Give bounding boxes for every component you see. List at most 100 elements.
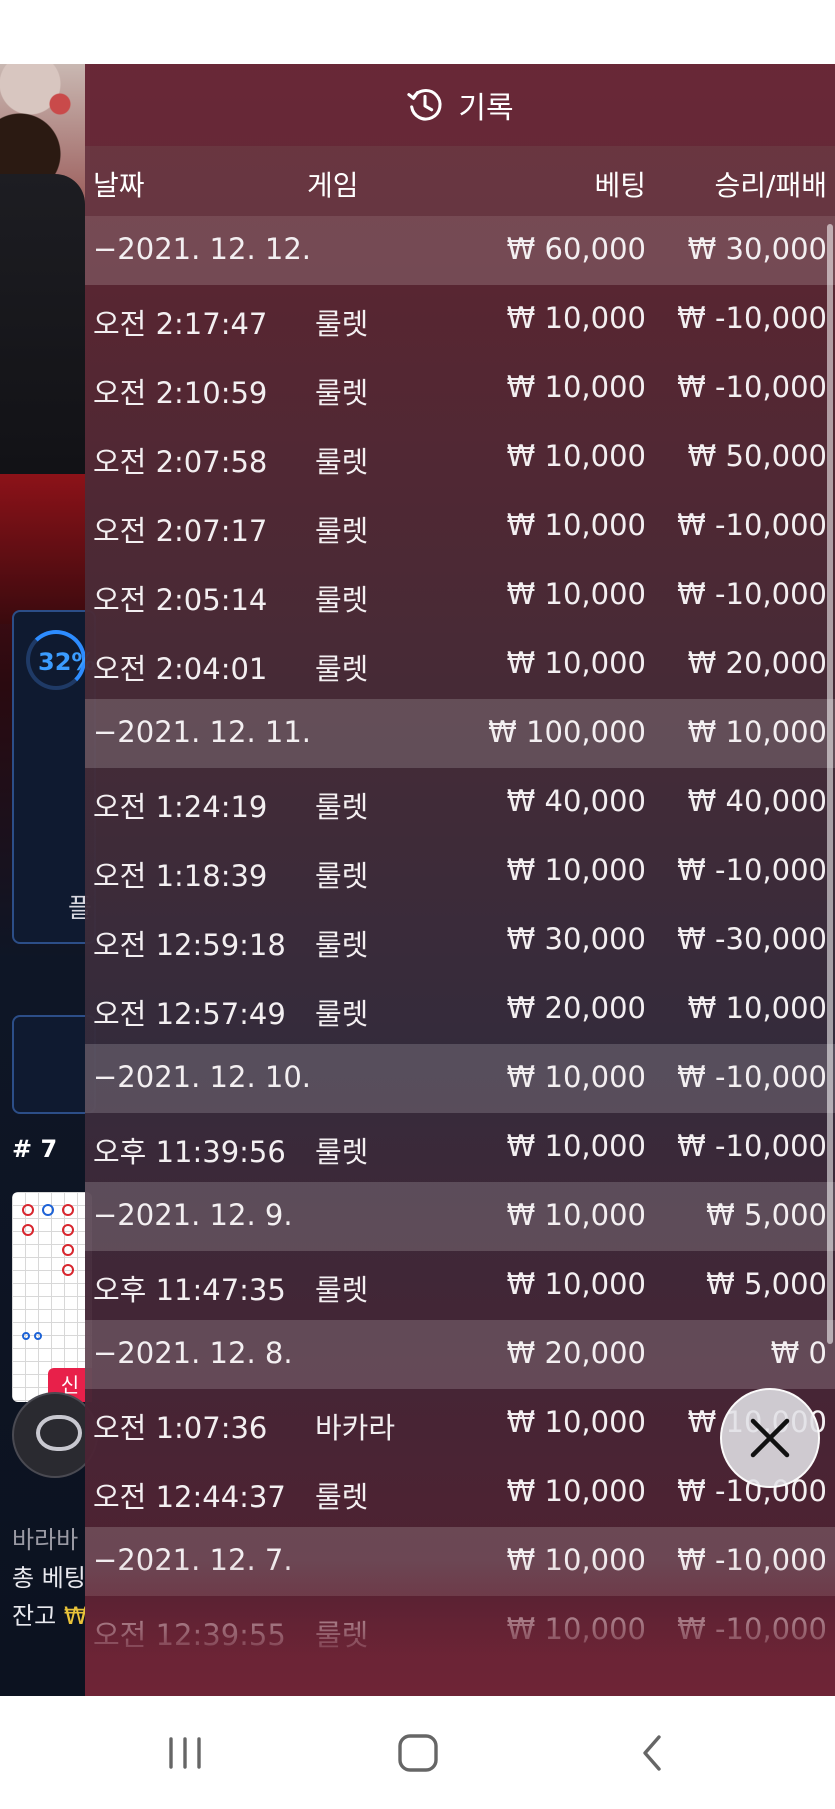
row-time: 오전 12:59:18 <box>93 928 286 962</box>
row-time: 오전 1:24:19 <box>93 790 268 824</box>
date-group-row[interactable]: −2021. 12. 10. ₩ 10,000 ₩ -10,000 <box>85 1044 835 1113</box>
row-time: 오전 12:44:37 <box>93 1480 286 1514</box>
list-fade <box>85 1560 835 1696</box>
date-group-row[interactable]: −2021. 12. 12. ₩ 60,000 ₩ 30,000 <box>85 216 835 285</box>
group-date: −2021. 12. 9. <box>93 1198 293 1232</box>
row-result: ₩ -10,000 <box>677 301 827 335</box>
group-bet-total: ₩ 10,000 <box>506 1198 646 1232</box>
road-dot <box>62 1224 74 1236</box>
home-icon <box>398 1734 438 1772</box>
group-date: −2021. 12. 10. <box>93 1060 311 1094</box>
recent-apps-icon <box>169 1737 201 1769</box>
footer-total-bet-label: 총 베팅 <box>12 1564 86 1592</box>
row-result: ₩ 50,000 <box>687 439 827 473</box>
history-row[interactable]: 오전 2:07:17 룰렛 ₩ 10,000 ₩ -10,000 <box>85 492 835 561</box>
secondary-panel[interactable] <box>12 1015 96 1114</box>
history-row[interactable]: 오전 1:24:19 룰렛 ₩ 40,000 ₩ 40,000 <box>85 768 835 837</box>
road-dot <box>62 1264 74 1276</box>
panel-title: 기록 <box>458 91 514 126</box>
row-time: 오전 1:18:39 <box>93 859 268 893</box>
row-time: 오전 1:07:36 <box>93 1411 268 1445</box>
road-dot <box>42 1204 54 1216</box>
row-bet: ₩ 10,000 <box>506 370 646 404</box>
row-time: 오전 12:57:49 <box>93 997 286 1031</box>
group-result-total: ₩ 5,000 <box>706 1198 827 1232</box>
recent-apps-button[interactable] <box>155 1726 215 1780</box>
row-result: ₩ -30,000 <box>677 922 827 956</box>
history-row[interactable]: 오전 12:57:49 룰렛 ₩ 20,000 ₩ 10,000 <box>85 975 835 1044</box>
row-bet: ₩ 10,000 <box>506 508 646 542</box>
row-result: ₩ -10,000 <box>677 1129 827 1163</box>
road-dot <box>22 1332 30 1340</box>
footer-game-name: 바라바 <box>12 1526 79 1554</box>
history-row[interactable]: 오전 2:17:47 룰렛 ₩ 10,000 ₩ -10,000 <box>85 285 835 354</box>
row-bet: ₩ 10,000 <box>506 853 646 887</box>
history-row[interactable]: 오전 2:10:59 룰렛 ₩ 10,000 ₩ -10,000 <box>85 354 835 423</box>
status-bar <box>0 0 835 64</box>
row-time: 오전 2:10:59 <box>93 376 268 410</box>
row-game: 룰렛 <box>315 928 369 962</box>
row-time: 오후 11:39:56 <box>93 1135 286 1169</box>
row-bet: ₩ 10,000 <box>506 439 646 473</box>
date-group-row[interactable]: −2021. 12. 9. ₩ 10,000 ₩ 5,000 <box>85 1182 835 1251</box>
group-bet-total: ₩ 10,000 <box>506 1060 646 1094</box>
column-bet: 베팅 <box>594 169 646 202</box>
row-result: ₩ -10,000 <box>677 853 827 887</box>
table-number: # 7 <box>12 1135 58 1163</box>
history-row[interactable]: 오전 2:07:58 룰렛 ₩ 10,000 ₩ 50,000 <box>85 423 835 492</box>
row-bet: ₩ 10,000 <box>506 1405 646 1439</box>
row-bet: ₩ 10,000 <box>506 1129 646 1163</box>
history-row[interactable]: 오전 2:04:01 룰렛 ₩ 10,000 ₩ 20,000 <box>85 630 835 699</box>
row-game: 바카라 <box>315 1411 396 1445</box>
group-result-total: ₩ 10,000 <box>687 715 827 749</box>
row-time: 오후 11:47:35 <box>93 1273 286 1307</box>
row-bet: ₩ 10,000 <box>506 301 646 335</box>
history-row[interactable]: 오후 11:39:56 룰렛 ₩ 10,000 ₩ -10,000 <box>85 1113 835 1182</box>
column-result: 승리/패배 <box>714 169 827 202</box>
history-row[interactable]: 오전 12:44:37 룰렛 ₩ 10,000 ₩ -10,000 <box>85 1458 835 1527</box>
row-result: ₩ -10,000 <box>677 508 827 542</box>
row-time: 오전 2:07:58 <box>93 445 268 479</box>
group-bet-total: ₩ 20,000 <box>506 1336 646 1370</box>
row-time: 오전 2:05:14 <box>93 583 268 617</box>
road-dot <box>62 1204 74 1216</box>
back-icon <box>643 1735 661 1771</box>
row-game: 룰렛 <box>315 997 369 1031</box>
column-header: 날짜 게임 베팅 승리/패배 <box>85 146 835 216</box>
history-row[interactable]: 오전 1:18:39 룰렛 ₩ 10,000 ₩ -10,000 <box>85 837 835 906</box>
history-clock-icon <box>407 89 442 121</box>
scrollbar[interactable] <box>827 224 833 1344</box>
row-result: ₩ 20,000 <box>687 646 827 680</box>
group-date: −2021. 12. 11. <box>93 715 311 749</box>
history-row[interactable]: 오전 2:05:14 룰렛 ₩ 10,000 ₩ -10,000 <box>85 561 835 630</box>
row-bet: ₩ 20,000 <box>506 991 646 1025</box>
home-button[interactable] <box>388 1726 448 1780</box>
dealer-figure <box>0 174 85 474</box>
row-game: 룰렛 <box>315 376 369 410</box>
group-result-total: ₩ -10,000 <box>677 1060 827 1094</box>
back-button[interactable] <box>622 1726 682 1780</box>
history-row[interactable]: 오전 12:59:18 룰렛 ₩ 30,000 ₩ -30,000 <box>85 906 835 975</box>
row-result: ₩ -10,000 <box>677 370 827 404</box>
row-game: 룰렛 <box>315 1135 369 1169</box>
row-time: 오전 2:04:01 <box>93 652 268 686</box>
group-date: −2021. 12. 8. <box>93 1336 293 1370</box>
row-time: 오전 2:17:47 <box>93 307 268 341</box>
date-group-row[interactable]: −2021. 12. 11. ₩ 100,000 ₩ 10,000 <box>85 699 835 768</box>
row-bet: ₩ 40,000 <box>506 784 646 818</box>
row-bet: ₩ 10,000 <box>506 1474 646 1508</box>
date-group-row[interactable]: −2021. 12. 8. ₩ 20,000 ₩ 0 <box>85 1320 835 1389</box>
row-result: ₩ 5,000 <box>706 1267 827 1301</box>
row-game: 룰렛 <box>315 859 369 893</box>
panel-header: 기록 <box>85 64 835 146</box>
history-row[interactable]: 오후 11:47:35 룰렛 ₩ 10,000 ₩ 5,000 <box>85 1251 835 1320</box>
road-dot <box>22 1204 34 1216</box>
close-button[interactable] <box>720 1388 820 1488</box>
row-game: 룰렛 <box>315 514 369 548</box>
row-game: 룰렛 <box>315 1273 369 1307</box>
row-time: 오전 2:07:17 <box>93 514 268 548</box>
row-game: 룰렛 <box>315 583 369 617</box>
close-icon <box>750 1418 790 1458</box>
row-game: 룰렛 <box>315 445 369 479</box>
group-bet-total: ₩ 60,000 <box>506 232 646 266</box>
